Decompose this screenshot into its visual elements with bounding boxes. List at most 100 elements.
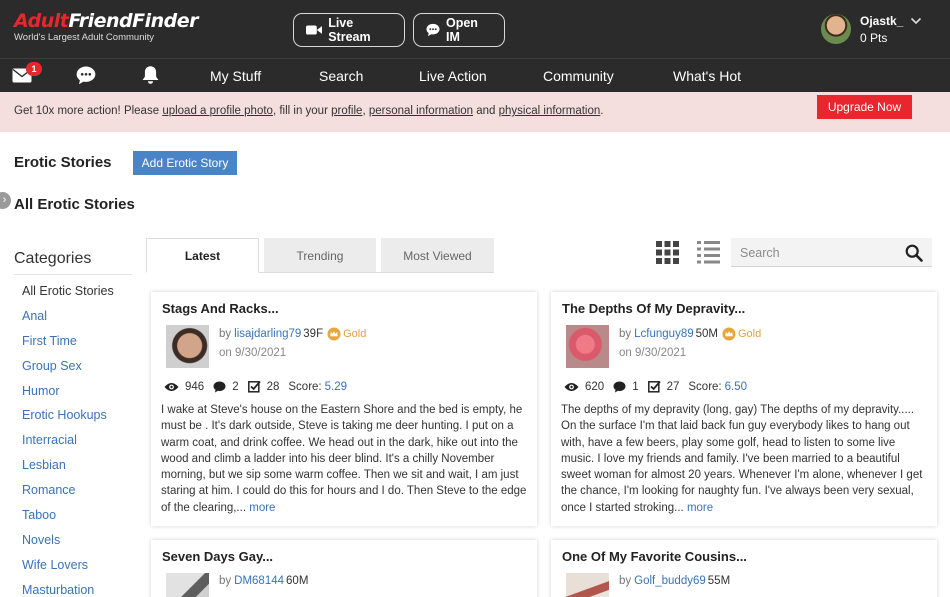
notice-and: and (476, 105, 496, 117)
story-date: on 9/30/2021 (219, 347, 287, 359)
search-input[interactable] (731, 238, 901, 267)
gold-badge: Gold (722, 327, 761, 341)
category-taboo[interactable]: Taboo (22, 508, 114, 533)
nav-my-stuff[interactable]: My Stuff (210, 68, 261, 84)
grid-view-button[interactable] (656, 241, 679, 267)
score-label: Score: (688, 380, 722, 393)
logo-tagline: World's Largest Adult Community (14, 32, 154, 43)
nav-search[interactable]: Search (319, 68, 363, 84)
category-wife-lovers[interactable]: Wife Lovers (22, 558, 114, 583)
live-stream-button[interactable]: Live Stream (293, 13, 405, 47)
author-link[interactable]: Golf_buddy69 (634, 575, 706, 587)
sidebar-expand-icon[interactable]: › (0, 192, 11, 209)
category-romance[interactable]: Romance (22, 483, 114, 508)
category-lesbian[interactable]: Lesbian (22, 458, 114, 483)
category-erotic-hookups[interactable]: Erotic Hookups (22, 408, 114, 433)
story-search (731, 238, 932, 267)
category-anal[interactable]: Anal (22, 309, 114, 334)
list-view-icon (697, 241, 720, 264)
physical-info-link[interactable]: physical information (499, 105, 601, 117)
user-menu[interactable]: Ojastk_ 0 Pts (821, 14, 922, 45)
nav-community[interactable]: Community (543, 68, 614, 84)
eye-icon (564, 382, 579, 391)
author-link[interactable]: DM68144 (234, 575, 284, 587)
score-value: 5.29 (324, 380, 348, 393)
category-all-erotic-stories[interactable]: All Erotic Stories (22, 284, 114, 309)
story-title[interactable]: Seven Days Gay... (162, 549, 273, 564)
vote-count: 28 (266, 380, 280, 393)
chevron-down-icon[interactable] (910, 17, 922, 25)
category-first-time[interactable]: First Time (22, 334, 114, 359)
categories-heading: Categories (14, 250, 92, 267)
category-novels[interactable]: Novels (22, 533, 114, 558)
story-card: Seven Days Gay... by DM68144 60M (151, 540, 537, 597)
category-interracial[interactable]: Interracial (22, 433, 114, 458)
main-nav: 1 My Stuff Search Live Action Community … (0, 58, 950, 92)
by-label: by (219, 575, 232, 587)
excerpt-text: I wake at Steve's house on the Eastern S… (161, 404, 527, 514)
categories-divider (14, 274, 132, 275)
gold-label: Gold (343, 328, 367, 340)
score-value: 6.50 (724, 380, 748, 393)
author-thumbnail[interactable] (566, 573, 609, 597)
avatar[interactable] (821, 14, 851, 44)
author-age-gender: 39F (303, 328, 324, 340)
story-author-line: by Lcfunguy89 50M Gold (619, 327, 761, 341)
mail-button[interactable]: 1 (12, 62, 42, 86)
tab-trending[interactable]: Trending (264, 238, 376, 272)
vote-count: 27 (666, 380, 680, 393)
bell-icon (142, 66, 159, 84)
story-card: The Depths Of My Depravity... by Lcfungu… (551, 292, 937, 526)
story-excerpt: The depths of my depravity (long, gay) T… (561, 402, 929, 516)
notifications-button[interactable] (141, 65, 160, 88)
author-age-gender: 55M (707, 575, 731, 587)
story-title[interactable]: Stags And Racks... (162, 301, 279, 316)
category-group-sex[interactable]: Group Sex (22, 359, 114, 384)
page-title: Erotic Stories (14, 154, 112, 171)
upload-photo-link[interactable]: upload a profile photo (162, 105, 273, 117)
story-card: Stags And Racks... by lisajdarling79 39F… (151, 292, 537, 526)
story-excerpt: I wake at Steve's house on the Eastern S… (161, 402, 529, 516)
comment-icon (613, 381, 626, 392)
mail-count-badge: 1 (26, 62, 42, 76)
notice-comma: , (362, 105, 366, 117)
open-im-label: Open IM (446, 16, 478, 44)
read-more-link[interactable]: more (687, 502, 713, 514)
tab-latest[interactable]: Latest (146, 238, 259, 273)
chat-bubble-icon (76, 66, 96, 85)
category-masturbation[interactable]: Masturbation (22, 583, 114, 597)
search-button[interactable] (905, 244, 923, 265)
story-author-line: by DM68144 60M (219, 575, 308, 587)
author-age-gender: 50M (695, 328, 718, 340)
site-logo[interactable]: AdultFriendFinder World's Largest Adult … (14, 10, 199, 43)
story-title[interactable]: The Depths Of My Depravity... (562, 301, 745, 316)
view-count: 946 (185, 380, 205, 393)
checkbox-icon (247, 380, 261, 393)
category-humor[interactable]: Humor (22, 384, 114, 409)
list-view-button[interactable] (697, 241, 720, 267)
logo-wordmark: AdultFriendFinder (14, 10, 199, 32)
author-link[interactable]: Lcfunguy89 (634, 328, 693, 340)
personal-info-link[interactable]: personal information (369, 105, 473, 117)
author-thumbnail[interactable] (166, 573, 209, 597)
comment-icon (213, 381, 226, 392)
tab-most-viewed[interactable]: Most Viewed (381, 238, 494, 272)
story-stats: 620 1 27 Score: 6.50 (564, 380, 747, 393)
author-thumbnail[interactable] (566, 325, 609, 368)
author-thumbnail[interactable] (166, 325, 209, 368)
video-camera-icon (306, 25, 323, 35)
author-link[interactable]: lisajdarling79 (234, 328, 301, 340)
nav-live-action[interactable]: Live Action (419, 68, 487, 84)
read-more-link[interactable]: more (249, 502, 275, 514)
upgrade-now-button[interactable]: Upgrade Now (817, 95, 912, 119)
story-card: One Of My Favorite Cousins... by Golf_bu… (551, 540, 937, 597)
view-count: 620 (585, 380, 605, 393)
story-title[interactable]: One Of My Favorite Cousins... (562, 549, 747, 564)
nav-whats-hot[interactable]: What's Hot (673, 68, 741, 84)
story-author-line: by lisajdarling79 39F Gold (219, 327, 366, 341)
add-erotic-story-button[interactable]: Add Erotic Story (133, 151, 237, 175)
open-im-button[interactable]: Open IM (413, 13, 505, 47)
checkbox-icon (647, 380, 661, 393)
profile-link[interactable]: profile (331, 105, 362, 117)
messages-button[interactable] (76, 66, 96, 88)
